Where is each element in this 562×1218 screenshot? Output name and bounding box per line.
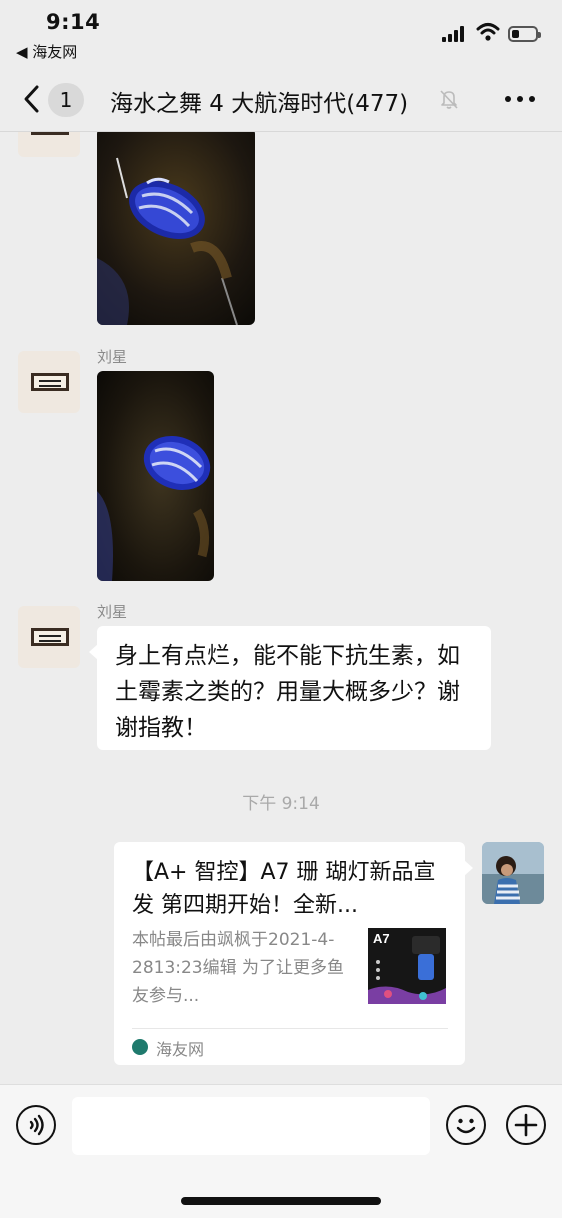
home-indicator[interactable] bbox=[181, 1197, 381, 1205]
photo-message[interactable] bbox=[97, 371, 214, 581]
link-source: 海友网 bbox=[156, 1040, 205, 1059]
mute-bell-icon bbox=[440, 90, 458, 109]
message-list[interactable]: 刘星 刘星 身上有点烂，能不能下抗生素，如土霉素之类的？用量大概多少？谢谢指教！… bbox=[0, 132, 562, 1084]
more-options-icon[interactable] bbox=[505, 94, 537, 104]
link-thumbnail: A7 bbox=[368, 928, 446, 1004]
avatar[interactable] bbox=[18, 606, 80, 668]
message-input[interactable] bbox=[72, 1097, 430, 1155]
time-divider: 下午 9:14 bbox=[242, 794, 320, 814]
text-message-bubble[interactable]: 身上有点烂，能不能下抗生素，如土霉素之类的？用量大概多少？谢谢指教！ bbox=[89, 626, 491, 750]
back-chevron-icon[interactable] bbox=[20, 84, 44, 114]
avatar[interactable] bbox=[18, 132, 80, 157]
battery-level bbox=[512, 30, 519, 38]
avatar[interactable] bbox=[482, 842, 544, 904]
smiley-icon bbox=[456, 1118, 476, 1134]
chat-input-bar bbox=[0, 1084, 562, 1218]
chat-header: 1 海水之舞 4 大航海时代(477) bbox=[0, 66, 562, 132]
avatar[interactable] bbox=[18, 351, 80, 413]
source-logo-icon bbox=[132, 1039, 148, 1055]
plus-icon bbox=[514, 1113, 538, 1137]
sender-name: 刘星 bbox=[97, 603, 128, 621]
link-divider bbox=[132, 1028, 448, 1029]
link-title: 【A+ 智控】A7 珊 瑚灯新品宣发 第四期开始！全新... bbox=[132, 860, 436, 918]
voice-icon bbox=[29, 1114, 44, 1136]
more-actions-button[interactable] bbox=[506, 1105, 546, 1145]
link-description: 本帖最后由飒枫于2021-4-2813:23编辑 为了让更多鱼友参与... bbox=[132, 930, 345, 1006]
fish-photo-image bbox=[97, 132, 255, 325]
status-time: 9:14 bbox=[46, 10, 101, 34]
thumbnail-label: A7 bbox=[373, 931, 390, 946]
chat-title: 海水之舞 4 大航海时代(477) bbox=[110, 91, 409, 117]
unread-count-badge[interactable]: 1 bbox=[48, 83, 84, 117]
message-text: 身上有点烂，能不能下抗生素，如土霉素之类的？用量大概多少？谢谢指教！ bbox=[115, 643, 460, 741]
photo-message[interactable] bbox=[97, 132, 255, 325]
sender-name: 刘星 bbox=[97, 348, 128, 366]
link-card[interactable]: 【A+ 智控】A7 珊 瑚灯新品宣发 第四期开始！全新... 本帖最后由飒枫于2… bbox=[114, 842, 473, 1065]
back-to-app-link[interactable]: ◀ 海友网 bbox=[16, 41, 77, 62]
fish-photo-image bbox=[97, 371, 214, 581]
emoji-button[interactable] bbox=[446, 1105, 486, 1145]
battery-icon bbox=[508, 26, 541, 42]
status-bar: 9:14 ◀ 海友网 bbox=[0, 0, 562, 66]
cellular-signal-icon bbox=[442, 26, 468, 42]
status-icons bbox=[442, 22, 542, 46]
wifi-icon bbox=[476, 23, 500, 41]
voice-input-button[interactable] bbox=[16, 1105, 56, 1145]
